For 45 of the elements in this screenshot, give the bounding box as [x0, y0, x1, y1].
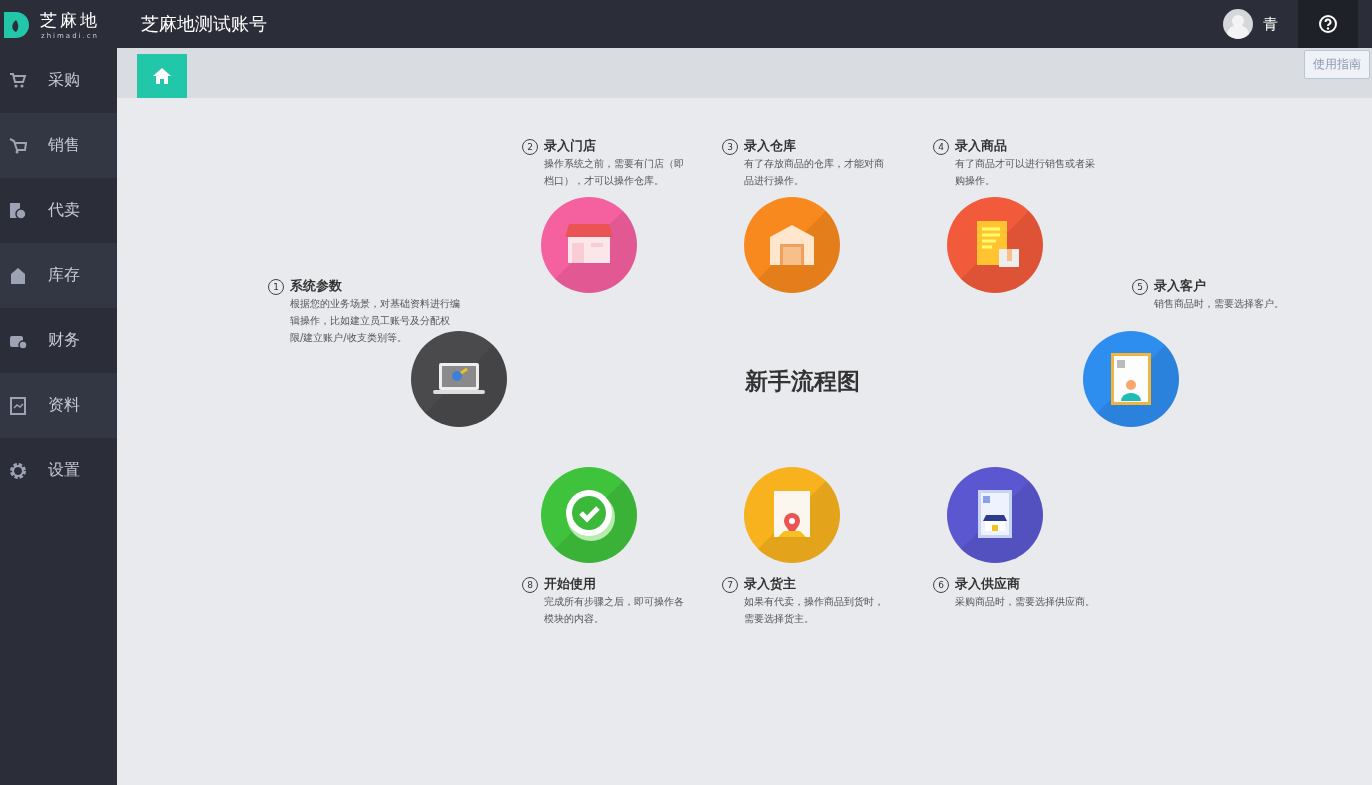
help-tooltip: 使用指南	[1304, 50, 1370, 79]
sidebar-item[interactable]: 采购	[0, 48, 117, 113]
user-name[interactable]: 青	[1263, 14, 1278, 34]
step-title: 录入客户	[1154, 278, 1206, 295]
chart-document-icon	[8, 395, 28, 416]
logo-name: 芝麻地	[40, 8, 100, 32]
store-icon[interactable]	[541, 197, 637, 293]
sidebar-item[interactable]: 代卖	[0, 178, 117, 243]
step-description: 有了商品才可以进行销售或者采购操作。	[955, 157, 1095, 188]
sidebar-item[interactable]: 库存	[0, 243, 117, 308]
avatar-icon[interactable]	[1223, 9, 1253, 39]
step-description: 根据您的业务场景，对基础资料进行编辑操作，比如建立员工账号及分配权限/建立账户/收支类别等。	[290, 297, 460, 345]
house-icon	[8, 265, 28, 286]
step-title: 录入货主	[744, 576, 796, 593]
home-tab[interactable]	[137, 54, 187, 98]
location-pin-icon[interactable]	[744, 467, 840, 563]
warehouse-icon[interactable]	[744, 197, 840, 293]
laptop-icon[interactable]	[411, 331, 507, 427]
sidebar-item[interactable]: 销售	[0, 113, 117, 178]
document-box-icon[interactable]	[947, 197, 1043, 293]
shop-card-icon[interactable]	[947, 467, 1043, 563]
step-description: 完成所有步骤之后，即可操作各模块的内容。	[544, 595, 684, 626]
settings-icon	[8, 460, 28, 481]
contact-card-icon[interactable]	[1083, 331, 1179, 427]
step-description: 操作系统之前，需要有门店（即档口），才可以操作仓库。	[544, 157, 684, 188]
help-button[interactable]	[1298, 0, 1358, 48]
sidebar-item[interactable]: 财务	[0, 308, 117, 373]
sidebar-item[interactable]: 资料	[0, 373, 117, 438]
step-title: 录入门店	[544, 138, 596, 155]
home-icon	[152, 66, 172, 86]
step-description: 销售商品时，需要选择客户。	[1154, 297, 1285, 311]
help-icon	[1318, 14, 1338, 34]
step-title: 系统参数	[290, 278, 342, 295]
checkmark-icon[interactable]	[541, 467, 637, 563]
step-title: 录入商品	[955, 138, 1007, 155]
sidebar-item[interactable]: 设置	[0, 438, 117, 503]
account-name: 芝麻地测试账号	[141, 12, 268, 36]
step-title: 录入仓库	[744, 138, 796, 155]
flow-title: 新手流程图	[743, 367, 861, 396]
step-description: 如果有代卖，操作商品到货时，需要选择货主。	[744, 595, 884, 626]
step-title: 录入供应商	[955, 576, 1020, 593]
step-title: 开始使用	[544, 576, 596, 593]
step-description: 采购商品时，需要选择供应商。	[955, 595, 1096, 609]
trolley-icon	[8, 135, 28, 156]
step-description: 有了存放商品的仓库，才能对商品进行操作。	[744, 157, 884, 188]
